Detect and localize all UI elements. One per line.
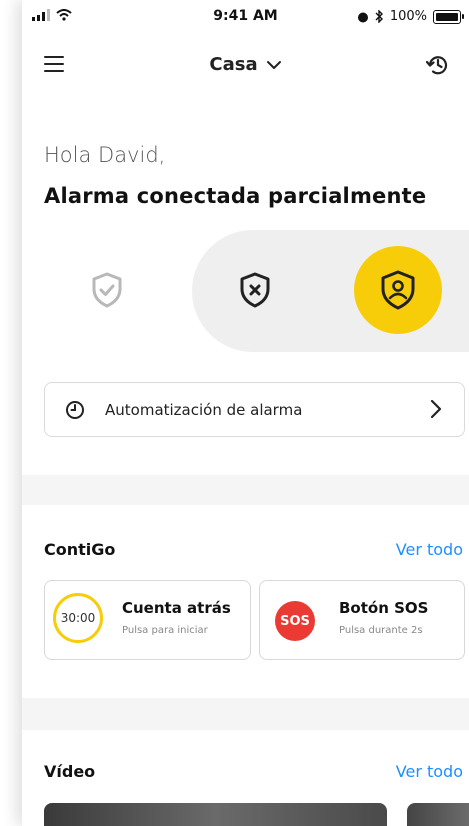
countdown-title: Cuenta atrás bbox=[122, 599, 231, 617]
greeting-text: Hola David, bbox=[44, 143, 166, 167]
shield-person-icon bbox=[381, 270, 415, 310]
contigo-see-all-link[interactable]: Ver todo bbox=[396, 540, 463, 559]
chevron-down-icon bbox=[266, 60, 281, 69]
mode-partial-button[interactable] bbox=[354, 246, 442, 334]
app-screen: 9:41 AM 100% Casa Hola David, Alarma con… bbox=[22, 0, 469, 826]
status-right-group: 100% bbox=[357, 9, 464, 24]
chevron-right-icon bbox=[430, 399, 442, 419]
video-thumbnail[interactable] bbox=[407, 803, 469, 826]
automation-label: Automatización de alarma bbox=[105, 400, 303, 419]
battery-icon bbox=[433, 9, 464, 24]
video-thumbnail[interactable] bbox=[44, 803, 387, 826]
shield-check-icon bbox=[92, 272, 122, 308]
alarm-clock-icon bbox=[357, 12, 368, 22]
mode-disarm-button[interactable] bbox=[225, 260, 285, 320]
section-divider bbox=[22, 475, 469, 505]
history-icon[interactable] bbox=[425, 52, 451, 78]
video-see-all-link[interactable]: Ver todo bbox=[396, 762, 463, 781]
mode-off-button[interactable] bbox=[77, 260, 137, 320]
section-divider bbox=[22, 698, 469, 730]
alarm-status-title: Alarma conectada parcialmente bbox=[44, 184, 427, 208]
video-section-title: Vídeo bbox=[44, 762, 96, 781]
top-bar: Casa bbox=[22, 48, 469, 84]
countdown-card[interactable]: 30:00 Cuenta atrás Pulsa para iniciar bbox=[44, 580, 251, 660]
battery-percent: 100% bbox=[389, 9, 427, 24]
location-selector[interactable]: Casa bbox=[22, 54, 469, 75]
contigo-section-title: ContiGo bbox=[44, 540, 116, 559]
sos-subtitle: Pulsa durante 2s bbox=[339, 625, 423, 636]
shield-x-icon bbox=[240, 272, 270, 308]
location-name: Casa bbox=[209, 54, 258, 75]
countdown-subtitle: Pulsa para iniciar bbox=[122, 625, 208, 636]
countdown-timer-ring: 30:00 bbox=[53, 593, 103, 643]
sos-badge: SOS bbox=[275, 601, 315, 641]
alarm-automation-row[interactable]: Automatización de alarma bbox=[44, 382, 465, 437]
sos-card[interactable]: SOS Botón SOS Pulsa durante 2s bbox=[259, 580, 465, 660]
status-bar: 9:41 AM 100% bbox=[22, 0, 469, 34]
clock-icon bbox=[66, 400, 84, 419]
sos-title: Botón SOS bbox=[339, 599, 429, 617]
bluetooth-icon bbox=[375, 10, 383, 23]
